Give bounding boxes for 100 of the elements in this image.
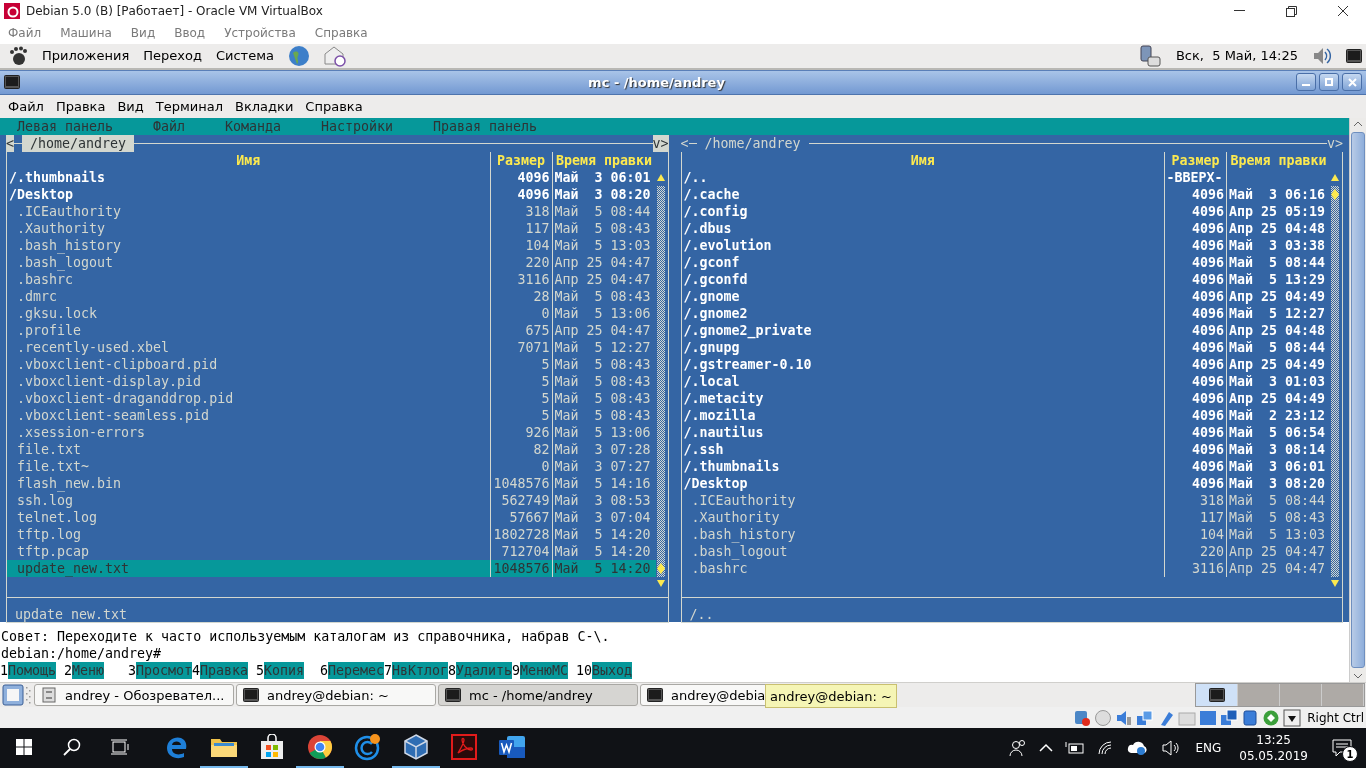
file-row[interactable]: telnet.log 57667 Май 3 07:04 bbox=[7, 508, 656, 526]
file-row[interactable]: .gksu.lock 0 Май 5 13:06 bbox=[7, 304, 656, 322]
menu-item[interactable]: Команда bbox=[225, 117, 321, 135]
column-header[interactable]: Размер bbox=[1164, 151, 1227, 169]
file-row[interactable]: .vboxclient-clipboard.pid 5 Май 5 08:43 bbox=[7, 355, 656, 373]
file-row[interactable]: /.evolution 4096 Май 3 03:38 bbox=[681, 236, 1331, 254]
workspace-cell[interactable] bbox=[1238, 684, 1280, 707]
column-header[interactable]: Имя bbox=[7, 151, 490, 169]
minimize-button[interactable] bbox=[1296, 73, 1316, 92]
file-row[interactable]: /.nautilus 4096 Май 5 06:54 bbox=[681, 423, 1331, 441]
audio-icon[interactable] bbox=[1115, 708, 1134, 727]
menu-item[interactable]: Терминал bbox=[155, 98, 223, 114]
file-row[interactable]: flash_new.bin 1048576 Май 5 14:16 bbox=[7, 474, 656, 492]
panel-menu[interactable]: Приложения bbox=[42, 48, 130, 64]
file-row[interactable]: /.ssh 4096 Май 3 08:14 bbox=[681, 440, 1331, 458]
menu-item[interactable]: Справка bbox=[305, 98, 363, 114]
task-button[interactable]: mc - /home/andrey bbox=[438, 684, 638, 707]
file-row[interactable]: .bashrc 3116 Апр 25 04:47 bbox=[7, 270, 656, 288]
display-icon[interactable] bbox=[1199, 708, 1218, 727]
download-icon[interactable] bbox=[1283, 708, 1302, 727]
file-row[interactable]: /.metacity 4096 Апр 25 04:49 bbox=[681, 389, 1331, 407]
menu-item[interactable]: Файл bbox=[153, 117, 225, 135]
file-row[interactable]: /.gnome 4096 Апр 25 04:49 bbox=[681, 287, 1331, 305]
menu-item[interactable]: Ввод bbox=[174, 25, 206, 40]
show-desktop-icon[interactable] bbox=[2, 684, 24, 707]
notifications-button[interactable]: 1 bbox=[1318, 728, 1366, 768]
nav-button[interactable]: < bbox=[6, 134, 14, 152]
file-row[interactable]: /.gnome2_private 4096 Апр 25 04:48 bbox=[681, 321, 1331, 339]
menu-item[interactable]: Справка bbox=[314, 25, 368, 40]
file-row[interactable]: .bash_history 104 Май 5 13:03 bbox=[681, 525, 1331, 543]
foot-icon[interactable] bbox=[8, 45, 28, 66]
menu-item[interactable]: Левая панель bbox=[17, 117, 153, 135]
file-row[interactable]: .bash_logout 220 Апр 25 04:47 bbox=[7, 253, 656, 271]
file-row[interactable]: /.thumbnails 4096 Май 3 06:01 bbox=[681, 457, 1331, 475]
menu-item[interactable]: Файл bbox=[8, 98, 44, 114]
workspace-cell[interactable] bbox=[1196, 684, 1238, 707]
file-row[interactable]: /.local 4096 Май 3 01:03 bbox=[681, 372, 1331, 390]
file-row[interactable]: .vboxclient-draganddrop.pid 5 Май 5 08:43 bbox=[7, 389, 656, 407]
file-row[interactable]: .bash_history 104 Май 5 13:03 bbox=[7, 236, 656, 254]
file-row[interactable]: /.thumbnails 4096 Май 3 06:01 bbox=[7, 168, 656, 186]
menu-item[interactable]: Настройки bbox=[321, 117, 433, 135]
file-row[interactable]: /.. -ВВЕРХ- bbox=[681, 168, 1331, 186]
file-row[interactable]: /.gnupg 4096 Май 5 08:44 bbox=[681, 338, 1331, 356]
file-row[interactable]: /.dbus 4096 Апр 25 04:48 bbox=[681, 219, 1331, 237]
file-name: update_new.txt bbox=[16, 559, 131, 577]
column-header[interactable]: Имя bbox=[681, 151, 1165, 169]
file-row[interactable]: file.txt 82 Май 3 07:28 bbox=[7, 440, 656, 458]
clock[interactable]: Вск, 5 Май, 14:25 bbox=[1175, 48, 1298, 64]
workspace-cell[interactable] bbox=[1280, 684, 1322, 707]
file-row[interactable]: .profile 675 Апр 25 04:47 bbox=[7, 321, 656, 339]
file-row[interactable]: .Xauthority 117 Май 5 08:43 bbox=[681, 508, 1331, 526]
file-row[interactable]: .ICEauthority 318 Май 5 08:44 bbox=[681, 491, 1331, 509]
column-header[interactable]: Размер bbox=[489, 151, 552, 169]
file-row[interactable]: .recently-used.xbel 7071 Май 5 12:27 bbox=[7, 338, 656, 356]
file-row[interactable]: ssh.log 562749 Май 3 08:53 bbox=[7, 491, 656, 509]
windows-icon[interactable] bbox=[1220, 708, 1239, 727]
scrollbar[interactable] bbox=[1349, 117, 1366, 683]
panel-menu[interactable]: Система bbox=[215, 48, 274, 64]
file-row[interactable]: /.config 4096 Апр 25 05:19 bbox=[681, 202, 1331, 220]
file-row[interactable]: file.txt~ 0 Май 3 07:27 bbox=[7, 457, 656, 475]
file-row[interactable]: /.cache 4096 Май 3 06:16 bbox=[681, 185, 1331, 203]
file-size: 7071 bbox=[489, 338, 552, 356]
menu-item[interactable]: Правая панель bbox=[433, 117, 553, 135]
file-row[interactable]: tftp.pcap 712704 Май 5 14:20 bbox=[7, 542, 656, 560]
maximize-button[interactable] bbox=[1319, 73, 1339, 92]
menu-item[interactable]: Вкладки bbox=[235, 98, 294, 114]
file-row[interactable]: .vboxclient-display.pid 5 Май 5 08:43 bbox=[7, 372, 656, 390]
workspace-cell[interactable] bbox=[1322, 684, 1364, 707]
clock-date[interactable]: 05.05.2019 bbox=[1239, 748, 1308, 764]
volume-icon[interactable] bbox=[1312, 45, 1332, 66]
file-row[interactable]: .Xauthority 117 Май 5 08:43 bbox=[7, 219, 656, 237]
language-indicator[interactable]: ENG bbox=[1187, 741, 1230, 755]
globe-icon[interactable] bbox=[287, 44, 310, 67]
menu-item[interactable]: Файл bbox=[8, 25, 42, 40]
menu-item[interactable]: Устройства bbox=[224, 25, 296, 40]
file-row[interactable]: /.gstreamer-0.10 4096 Апр 25 04:49 bbox=[681, 355, 1331, 373]
menu-item[interactable]: Вид bbox=[117, 98, 144, 114]
clock-time[interactable]: 13:25 bbox=[1256, 732, 1291, 748]
panel-menu[interactable]: Переход bbox=[143, 48, 202, 64]
file-row[interactable]: /.mozilla 4096 Май 2 23:12 bbox=[681, 406, 1331, 424]
task-button[interactable]: andrey@debian: ~ bbox=[236, 684, 436, 707]
menu-item[interactable]: Вид bbox=[130, 25, 156, 40]
file-row[interactable]: /.gconf 4096 Май 5 08:44 bbox=[681, 253, 1331, 271]
menu-item[interactable]: Правка bbox=[55, 98, 106, 114]
file-row[interactable]: .bashrc 3116 Апр 25 04:47 bbox=[681, 559, 1331, 577]
file-row[interactable]: /Desktop 4096 Май 3 08:20 bbox=[681, 474, 1331, 492]
hard-disk-icon[interactable] bbox=[1073, 708, 1092, 727]
close-button[interactable] bbox=[1342, 73, 1362, 92]
file-row[interactable]: .xsession-errors 926 Май 5 13:06 bbox=[7, 423, 656, 441]
file-row[interactable]: tftp.log 1802728 Май 5 14:20 bbox=[7, 525, 656, 543]
file-row[interactable]: /.gconfd 4096 Май 5 13:29 bbox=[681, 270, 1331, 288]
file-row[interactable]: update_new.txt 1048576 Май 5 14:20 bbox=[7, 559, 656, 577]
file-row[interactable]: .dmrc 28 Май 5 08:43 bbox=[7, 287, 656, 305]
file-row[interactable]: .ICEauthority 318 Май 5 08:44 bbox=[7, 202, 656, 220]
file-row[interactable]: .bash_logout 220 Апр 25 04:47 bbox=[681, 542, 1331, 560]
file-row[interactable]: /Desktop 4096 Май 3 08:20 bbox=[7, 185, 656, 203]
file-row[interactable]: /.gnome2 4096 Май 5 12:27 bbox=[681, 304, 1331, 322]
file-row[interactable]: .vboxclient-seamless.pid 5 Май 5 08:43 bbox=[7, 406, 656, 424]
menu-item[interactable]: Машина bbox=[60, 25, 112, 40]
task-button[interactable]: andrey - Обозревател... bbox=[34, 684, 234, 707]
